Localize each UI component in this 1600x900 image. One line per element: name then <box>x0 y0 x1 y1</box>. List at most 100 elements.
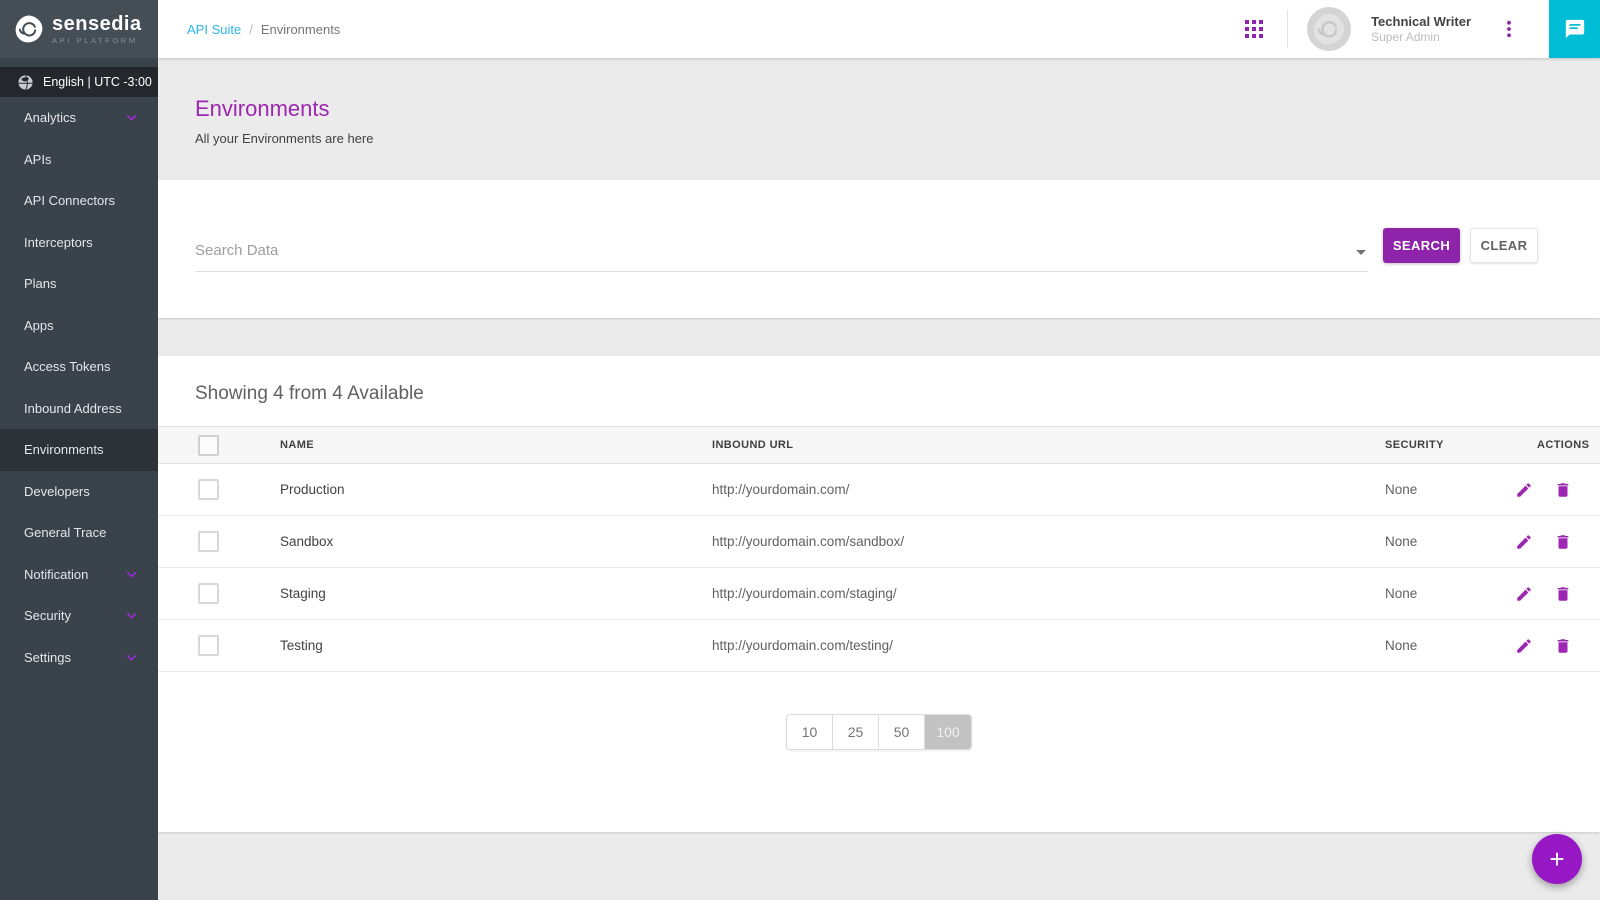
sidebar-item-environments[interactable]: Environments <box>0 429 158 471</box>
row-checkbox[interactable] <box>198 583 219 604</box>
sidebar-item-settings[interactable]: Settings <box>0 637 158 679</box>
env-security: None <box>1385 534 1515 549</box>
locale-bar[interactable]: English | UTC -3:00 <box>0 67 158 97</box>
trash-icon <box>1554 585 1572 603</box>
trash-icon <box>1554 533 1572 551</box>
sidebar-item-analytics[interactable]: Analytics <box>0 97 158 139</box>
env-security: None <box>1385 586 1515 601</box>
search-field <box>195 236 1368 272</box>
edit-button[interactable] <box>1515 637 1533 655</box>
env-name: Sandbox <box>280 534 712 549</box>
avatar-logo-icon <box>1312 12 1346 46</box>
trash-icon <box>1554 637 1572 655</box>
chat-button[interactable] <box>1549 0 1600 58</box>
sidebar-item-label: Analytics <box>24 110 76 125</box>
page-header: Environments All your Environments are h… <box>158 58 1600 180</box>
table-row-staging: Staging http://yourdomain.com/staging/ N… <box>158 568 1600 620</box>
env-name: Testing <box>280 638 712 653</box>
row-checkbox[interactable] <box>198 531 219 552</box>
page-size-50[interactable]: 50 <box>879 715 925 749</box>
edit-button[interactable] <box>1515 533 1533 551</box>
sidebar-item-plans[interactable]: Plans <box>0 263 158 305</box>
column-header-security: SECURITY <box>1385 439 1515 451</box>
sidebar-item-label: Interceptors <box>24 235 93 250</box>
sidebar-item-general-trace[interactable]: General Trace <box>0 512 158 554</box>
delete-button[interactable] <box>1554 533 1572 551</box>
divider <box>1287 10 1288 48</box>
search-input[interactable] <box>195 236 1368 272</box>
env-inbound-url: http://yourdomain.com/staging/ <box>712 586 1385 601</box>
row-checkbox[interactable] <box>198 479 219 500</box>
breadcrumb-separator: / <box>249 22 253 37</box>
environments-table: NAME INBOUND URL SECURITY ACTIONS Produc… <box>158 426 1600 672</box>
sidebar-nav: Analytics APIs API Connectors Intercepto… <box>0 97 158 678</box>
sidebar-item-label: Access Tokens <box>24 359 110 374</box>
dropdown-caret-icon[interactable] <box>1356 250 1366 255</box>
sidebar-item-label: Inbound Address <box>24 401 122 416</box>
column-header-actions: ACTIONS <box>1515 439 1600 451</box>
search-button[interactable]: SEARCH <box>1383 228 1460 263</box>
sidebar-item-developers[interactable]: Developers <box>0 471 158 513</box>
main-content: Environments All your Environments are h… <box>158 58 1600 900</box>
topbar-actions: Technical Writer Super Admin <box>1245 0 1600 58</box>
env-name: Staging <box>280 586 712 601</box>
sidebar-item-apps[interactable]: Apps <box>0 305 158 347</box>
table-row-testing: Testing http://yourdomain.com/testing/ N… <box>158 620 1600 672</box>
delete-button[interactable] <box>1554 637 1572 655</box>
chevron-down-icon <box>125 609 138 622</box>
brand-logo: sensedia API PLATFORM <box>0 0 158 58</box>
page-size-10[interactable]: 10 <box>787 715 833 749</box>
table-header-row: NAME INBOUND URL SECURITY ACTIONS <box>158 426 1600 464</box>
chat-icon <box>1564 18 1586 40</box>
sidebar-item-inbound-address[interactable]: Inbound Address <box>0 388 158 430</box>
edit-button[interactable] <box>1515 585 1533 603</box>
user-name: Technical Writer <box>1371 14 1471 30</box>
page-size-100[interactable]: 100 <box>925 715 971 749</box>
sidebar-item-label: APIs <box>24 152 51 167</box>
env-inbound-url: http://yourdomain.com/testing/ <box>712 638 1385 653</box>
locale-label: English | UTC -3:00 <box>43 75 152 89</box>
page-size-25[interactable]: 25 <box>833 715 879 749</box>
row-checkbox[interactable] <box>198 635 219 656</box>
table-row-sandbox: Sandbox http://yourdomain.com/sandbox/ N… <box>158 516 1600 568</box>
sidebar-item-interceptors[interactable]: Interceptors <box>0 222 158 264</box>
user-role: Super Admin <box>1371 30 1471 45</box>
edit-button[interactable] <box>1515 481 1533 499</box>
chevron-down-icon <box>125 568 138 581</box>
delete-button[interactable] <box>1554 585 1572 603</box>
sidebar-item-label: Apps <box>24 318 54 333</box>
add-environment-button[interactable]: + <box>1532 834 1582 884</box>
sensedia-logo-icon <box>14 14 44 44</box>
sidebar-item-apis[interactable]: APIs <box>0 139 158 181</box>
brand-name: sensedia <box>52 14 142 34</box>
sidebar-item-access-tokens[interactable]: Access Tokens <box>0 346 158 388</box>
avatar[interactable] <box>1307 7 1351 51</box>
select-all-checkbox[interactable] <box>198 435 219 456</box>
sidebar-item-api-connectors[interactable]: API Connectors <box>0 180 158 222</box>
kebab-menu-icon[interactable] <box>1501 20 1517 38</box>
sidebar-item-label: General Trace <box>24 525 106 540</box>
sidebar-item-label: API Connectors <box>24 193 115 208</box>
results-panel: Showing 4 from 4 Available NAME INBOUND … <box>158 356 1600 832</box>
sidebar-item-notification[interactable]: Notification <box>0 554 158 596</box>
pagination: 10 25 50 100 <box>158 714 1600 750</box>
delete-button[interactable] <box>1554 481 1572 499</box>
sidebar-item-label: Notification <box>24 567 88 582</box>
column-header-name: NAME <box>280 439 712 451</box>
sidebar-item-label: Environments <box>24 442 103 457</box>
app-window: sensedia API PLATFORM English | UTC -3:0… <box>0 0 1600 900</box>
trash-icon <box>1554 481 1572 499</box>
pencil-icon <box>1515 481 1533 499</box>
breadcrumb-link-api-suite[interactable]: API Suite <box>187 22 241 37</box>
apps-grid-icon[interactable] <box>1245 20 1263 38</box>
user-info[interactable]: Technical Writer Super Admin <box>1371 14 1471 45</box>
sidebar: sensedia API PLATFORM English | UTC -3:0… <box>0 0 158 900</box>
page-title: Environments <box>195 96 1600 122</box>
results-summary: Showing 4 from 4 Available <box>158 356 1600 405</box>
section-gap <box>158 318 1600 356</box>
clear-button[interactable]: CLEAR <box>1470 228 1538 263</box>
pencil-icon <box>1515 533 1533 551</box>
sidebar-item-security[interactable]: Security <box>0 595 158 637</box>
sidebar-item-label: Security <box>24 608 71 623</box>
column-header-inbound-url: INBOUND URL <box>712 439 1385 451</box>
